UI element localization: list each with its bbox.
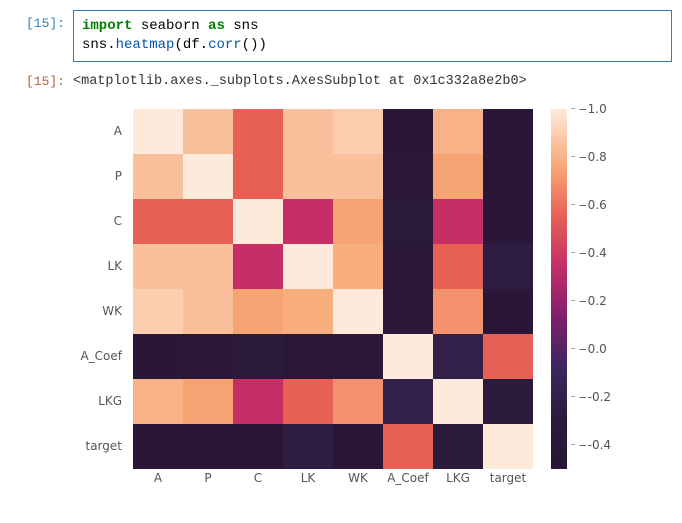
y-tick: A [73, 109, 128, 154]
x-tick: C [233, 471, 283, 485]
heatmap-cell [233, 334, 283, 379]
heatmap-cell [233, 109, 283, 154]
colorbar-tick: ‒ -0.4 [571, 438, 611, 452]
heatmap-cell [383, 289, 433, 334]
y-tick: C [73, 199, 128, 244]
y-axis-ticks: APCLKWKA_CoefLKGtarget [73, 109, 128, 469]
heatmap-cell [183, 244, 233, 289]
x-tick: target [483, 471, 533, 485]
heatmap-cell [433, 109, 483, 154]
heatmap-cell [283, 244, 333, 289]
colorbar [551, 109, 567, 469]
heatmap-cell [183, 424, 233, 469]
heatmap-grid [133, 109, 533, 469]
heatmap-cell [133, 379, 183, 424]
heatmap-cell [133, 334, 183, 379]
output-text: <matplotlib.axes._subplots.AxesSubplot a… [73, 68, 672, 89]
output-prompt: [15]: [10, 68, 73, 89]
heatmap-cell [483, 244, 533, 289]
heatmap-cell [233, 289, 283, 334]
heatmap-cell [383, 154, 433, 199]
heatmap-cell [133, 424, 183, 469]
heatmap-cell [233, 244, 283, 289]
y-tick: A_Coef [73, 334, 128, 379]
input-prompt: [15]: [10, 10, 73, 31]
y-tick: WK [73, 289, 128, 334]
heatmap-cell [283, 334, 333, 379]
heatmap-cell [483, 379, 533, 424]
x-tick: A [133, 471, 183, 485]
heatmap-cell [133, 154, 183, 199]
heatmap-cell [383, 244, 433, 289]
heatmap-cell [483, 199, 533, 244]
heatmap-cell [333, 334, 383, 379]
heatmap-cell [333, 199, 383, 244]
heatmap-cell [133, 199, 183, 244]
x-tick: WK [333, 471, 383, 485]
heatmap-cell [233, 424, 283, 469]
heatmap-cell [383, 109, 433, 154]
x-tick: LK [283, 471, 333, 485]
colorbar-tick: ‒ 0.0 [571, 342, 607, 356]
heatmap-cell [133, 289, 183, 334]
heatmap-cell [433, 244, 483, 289]
heatmap-cell [433, 199, 483, 244]
heatmap-cell [483, 109, 533, 154]
x-tick: P [183, 471, 233, 485]
heatmap-cell [283, 289, 333, 334]
colorbar-tick: ‒ 0.4 [571, 246, 607, 260]
colorbar-tick: ‒ 0.6 [571, 198, 607, 212]
heatmap-cell [183, 289, 233, 334]
heatmap-cell [383, 424, 433, 469]
heatmap-cell [483, 424, 533, 469]
heatmap-cell [283, 379, 333, 424]
heatmap-cell [183, 199, 233, 244]
colorbar-ticks: ‒ -0.4‒ -0.2‒ 0.0‒ 0.2‒ 0.4‒ 0.6‒ 0.8‒ 1… [571, 109, 621, 469]
x-tick: A_Coef [383, 471, 433, 485]
heatmap-cell [483, 334, 533, 379]
heatmap-cell [483, 154, 533, 199]
heatmap-cell [333, 424, 383, 469]
y-tick: LKG [73, 379, 128, 424]
heatmap-cell [283, 154, 333, 199]
heatmap-cell [283, 424, 333, 469]
heatmap-cell [333, 244, 383, 289]
colorbar-tick: ‒ -0.2 [571, 390, 611, 404]
heatmap-cell [433, 424, 483, 469]
heatmap-cell [233, 379, 283, 424]
y-tick: P [73, 154, 128, 199]
heatmap-chart: APCLKWKA_CoefLKGtarget APCLKWKA_CoefLKGt… [73, 99, 633, 499]
heatmap-cell [183, 154, 233, 199]
heatmap-cell [433, 154, 483, 199]
heatmap-cell [333, 289, 383, 334]
y-tick: LK [73, 244, 128, 289]
heatmap-cell [433, 289, 483, 334]
heatmap-cell [333, 379, 383, 424]
colorbar-tick: ‒ 1.0 [571, 102, 607, 116]
heatmap-cell [433, 379, 483, 424]
heatmap-cell [333, 154, 383, 199]
heatmap-cell [333, 109, 383, 154]
colorbar-tick: ‒ 0.2 [571, 294, 607, 308]
heatmap-cell [283, 109, 333, 154]
code-cell[interactable]: import seaborn as sns sns.heatmap(df.cor… [73, 10, 672, 62]
heatmap-cell [133, 244, 183, 289]
heatmap-cell [383, 334, 433, 379]
y-tick: target [73, 424, 128, 469]
x-axis-ticks: APCLKWKA_CoefLKGtarget [133, 471, 533, 485]
heatmap-cell [483, 289, 533, 334]
heatmap-cell [283, 199, 333, 244]
heatmap-cell [383, 379, 433, 424]
heatmap-cell [183, 379, 233, 424]
heatmap-cell [233, 199, 283, 244]
heatmap-cell [383, 199, 433, 244]
heatmap-cell [183, 109, 233, 154]
heatmap-cell [433, 334, 483, 379]
heatmap-cell [233, 154, 283, 199]
colorbar-tick: ‒ 0.8 [571, 150, 607, 164]
heatmap-cell [183, 334, 233, 379]
heatmap-cell [133, 109, 183, 154]
x-tick: LKG [433, 471, 483, 485]
